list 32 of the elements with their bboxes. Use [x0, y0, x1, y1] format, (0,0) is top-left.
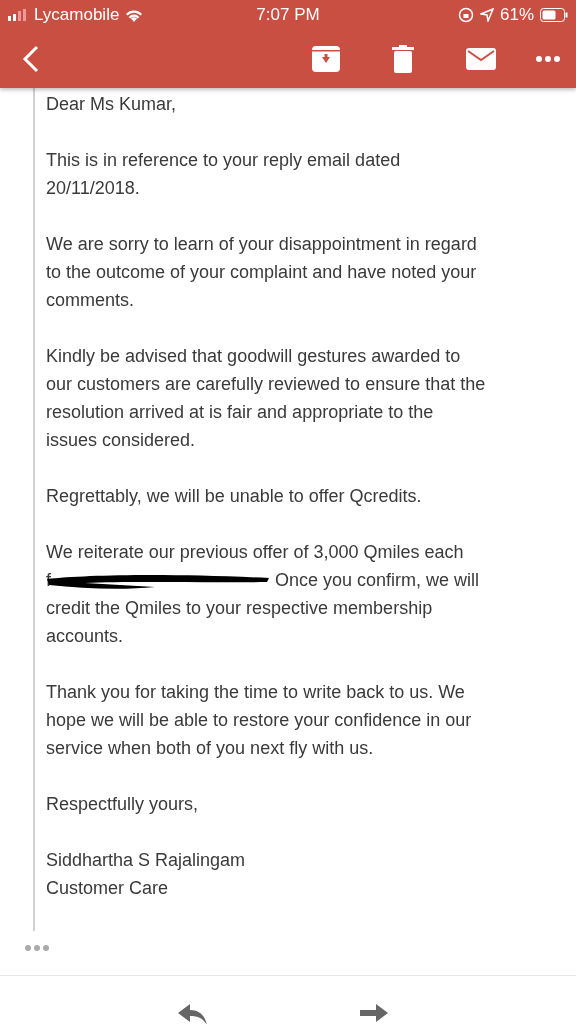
battery-icon — [540, 8, 568, 22]
rotation-lock-icon — [457, 7, 474, 23]
mail-button[interactable] — [466, 48, 496, 70]
archive-button[interactable] — [312, 46, 340, 72]
paragraph: We reiterate our previous offer of 3,000 Qmiles each — [46, 541, 465, 564]
more-icon[interactable] — [25, 945, 49, 951]
delete-button[interactable] — [392, 45, 414, 73]
signal-icon — [8, 9, 28, 21]
paragraph: credit the Qmiles to your respective membership accounts. — [46, 597, 434, 648]
paragraph: We are sorry to learn of your disappointment in regard to the outcome of your complaint and have noted your comments. — [46, 233, 478, 312]
paragraph: Siddhartha S Rajalingam Customer Care — [46, 849, 247, 900]
reply-icon[interactable] — [178, 1004, 208, 1024]
forward-icon[interactable] — [358, 1004, 388, 1024]
paragraph: Dear Ms Kumar, — [46, 93, 178, 116]
archive-icon — [312, 46, 340, 72]
text: Once you confirm, we will — [275, 569, 480, 592]
paragraph: This is in reference to your reply email dated 20/11/2018. — [46, 149, 402, 200]
paragraph: Respectfully yours, — [46, 793, 200, 816]
paragraph: Kindly be advised that goodwill gestures awarded to our customers are carefully reviewed to ensure that the resolution arrived at is fair and appropriate to the issues considered. — [46, 345, 487, 452]
clock-time: 7:07 PM — [256, 5, 320, 25]
envelope-icon — [466, 48, 496, 70]
battery-percentage: 61% — [499, 5, 534, 25]
carrier-name: Lycamobile — [34, 5, 120, 25]
more-button[interactable] — [536, 56, 560, 62]
more-icon — [536, 56, 560, 62]
trash-icon — [392, 45, 414, 73]
wifi-icon — [125, 8, 144, 22]
location-icon — [479, 8, 494, 22]
paragraph: Regrettably, we will be unable to offer Qcredits. — [46, 485, 423, 508]
paragraph: Thank you for taking the time to write back to us. We hope we will be able to restore your confidence in our service when both of you next fly with us. — [46, 681, 473, 760]
back-button[interactable] — [22, 45, 40, 73]
back-icon — [22, 45, 40, 73]
